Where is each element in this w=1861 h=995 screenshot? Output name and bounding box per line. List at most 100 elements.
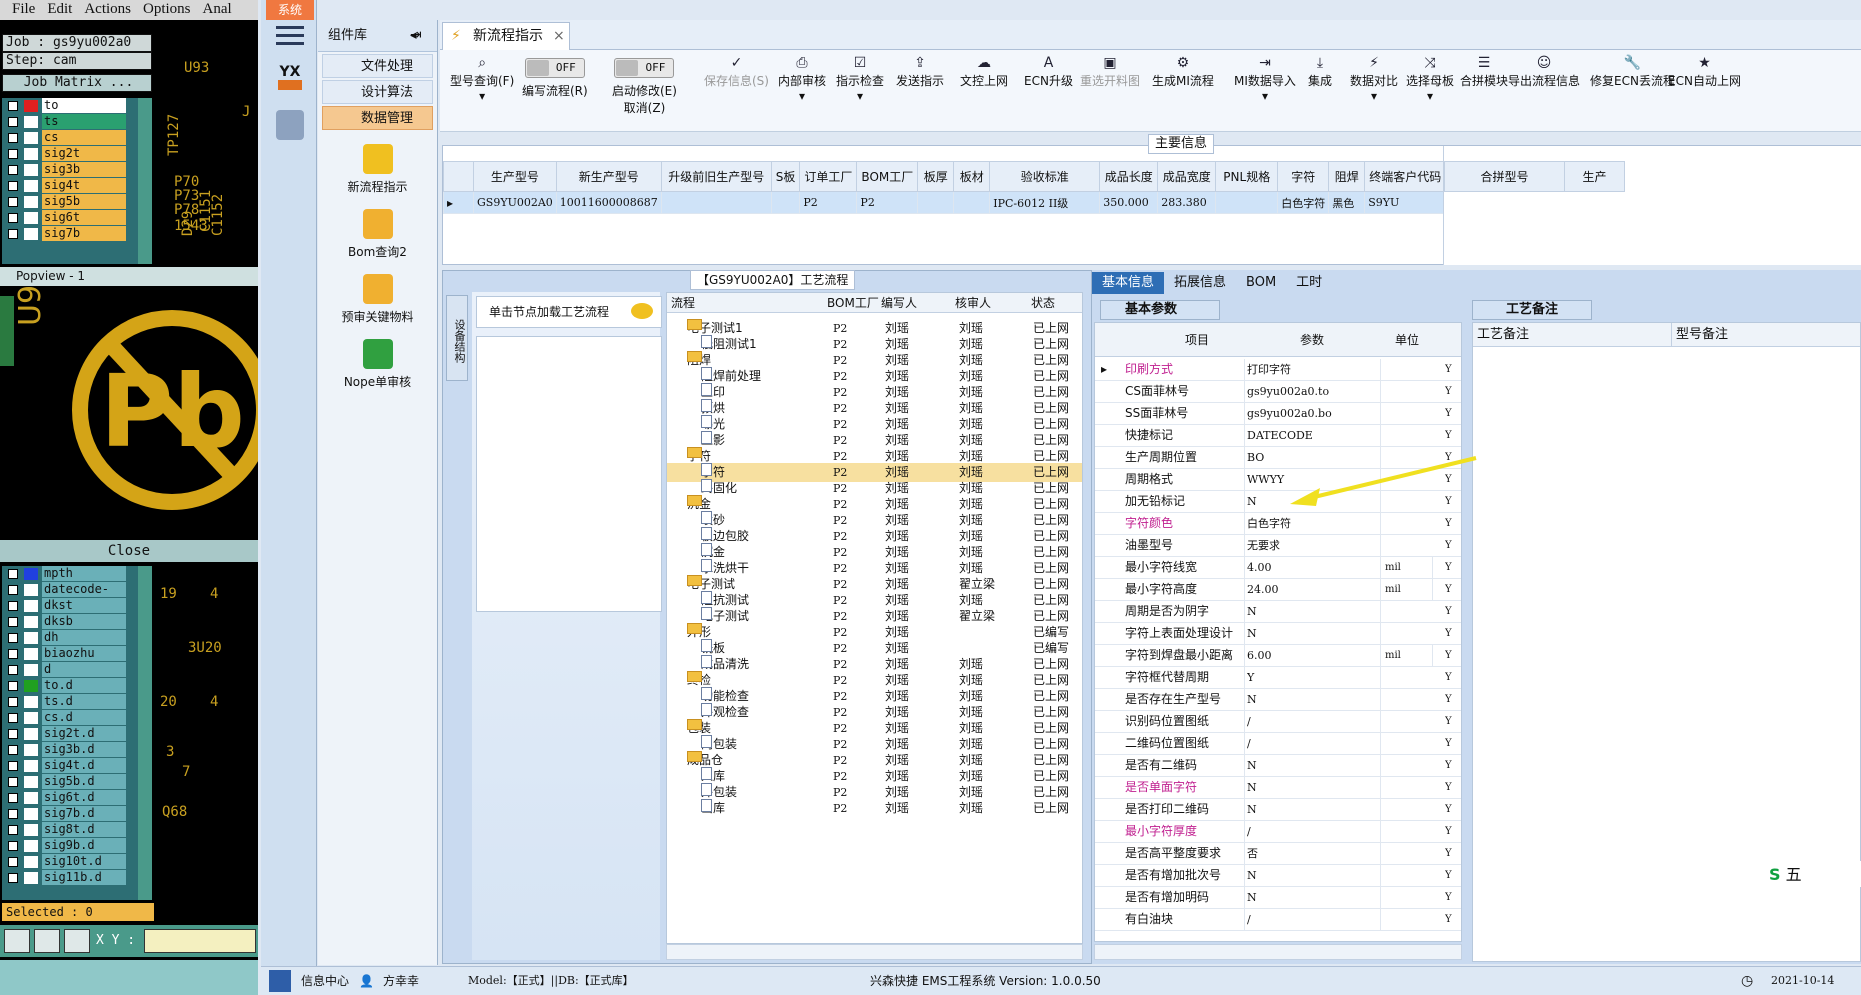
close-icon[interactable]: × [553, 23, 565, 49]
layer-row[interactable]: dksb [2, 614, 152, 630]
dropdown-arrow-icon[interactable]: ▾ [1350, 89, 1398, 103]
param-value[interactable]: gs9yu002a0.to [1247, 381, 1381, 402]
param-row[interactable]: 周期是否为阴字 N Y [1095, 601, 1461, 623]
column-header[interactable]: S板 [770, 161, 801, 192]
layer-name[interactable]: sig4t [42, 178, 126, 193]
node-hint[interactable]: 单击节点加载工艺流程 [476, 296, 662, 328]
param-value[interactable]: 4.00 [1247, 557, 1381, 578]
param-row[interactable]: 字符颜色 白色字符 Y [1095, 513, 1461, 535]
column-header[interactable]: 成品长度 [1099, 161, 1159, 192]
layer-name[interactable]: to [42, 98, 126, 113]
layer-name[interactable]: sig5b [42, 194, 126, 209]
grid-icon[interactable] [64, 929, 90, 953]
toolbar-button-18[interactable]: ★ ECN自动上网 [1668, 50, 1741, 130]
layer-checkbox[interactable] [8, 633, 18, 643]
ime-indicator[interactable]: S 五 [1769, 861, 1861, 887]
layer-name[interactable]: dkst [42, 598, 126, 613]
layer-row[interactable]: sig2t.d [2, 726, 152, 742]
layer-checkbox[interactable] [8, 197, 18, 207]
layer-row[interactable]: sig7b [2, 226, 152, 242]
param-value[interactable]: / [1247, 821, 1381, 842]
layer-row[interactable]: cs.d [2, 710, 152, 726]
toolbar-button-7[interactable]: ☁ 文控上网 [960, 50, 1008, 130]
param-value[interactable]: / [1247, 909, 1381, 930]
layer-row[interactable]: sig4t [2, 178, 152, 194]
table-cell[interactable] [770, 191, 801, 214]
param-value[interactable]: / [1247, 733, 1381, 754]
param-value[interactable]: N [1247, 689, 1381, 710]
layer-checkbox[interactable] [8, 181, 18, 191]
info-tab[interactable]: 拓展信息 [1164, 272, 1236, 294]
column-header[interactable]: 订单工厂 [799, 161, 858, 192]
layer-checkbox[interactable] [8, 229, 18, 239]
column-header[interactable]: 生产 [1564, 161, 1625, 192]
table-cell[interactable] [1215, 191, 1279, 214]
comp-shortcut[interactable]: Nope单审核 [318, 339, 437, 390]
toolbar-button-2[interactable]: OFF 启动修改(E) 取消(Z) [612, 50, 677, 130]
param-row[interactable]: 最小字符线宽 4.00 mil Y [1095, 557, 1461, 579]
table-cell[interactable]: 283.380 [1157, 191, 1217, 214]
layer-name[interactable]: biaozhu [42, 646, 126, 661]
toolbar-button-17[interactable]: 🔧 修复ECN丢流程 [1590, 50, 1675, 130]
layer-row[interactable]: sig2t [2, 146, 152, 162]
layer-name[interactable]: datecode-pbe [42, 582, 126, 611]
layer-row[interactable]: sig9b.d [2, 838, 152, 854]
dropdown-arrow-icon[interactable]: ▾ [450, 89, 514, 103]
menu-item-edit[interactable]: Edit [47, 1, 72, 18]
column-header[interactable]: BOM工厂 [856, 161, 919, 192]
column-header[interactable]: 成品宽度 [1157, 161, 1217, 192]
tree-column-header[interactable]: 核审人 [955, 293, 991, 313]
layer-name[interactable]: cs.d [42, 710, 126, 725]
side-tab-equipment[interactable]: 设备结构 [446, 295, 468, 381]
param-value[interactable]: 无要求 [1247, 535, 1381, 556]
layer-name[interactable]: ts.d [42, 694, 126, 709]
layer-name[interactable]: d [42, 662, 126, 677]
column-header[interactable]: 合拼型号 [1444, 161, 1565, 192]
comp-shortcut[interactable]: Bom查询2 [318, 209, 437, 260]
param-value[interactable]: 打印字符 [1247, 359, 1381, 380]
layer-row[interactable]: biaozhu [2, 646, 152, 662]
layer-checkbox[interactable] [8, 841, 18, 851]
menu-item-options[interactable]: Options [143, 1, 191, 18]
column-header[interactable]: 新生产型号 [555, 161, 662, 192]
toggle-switch[interactable]: OFF [614, 58, 675, 78]
table-cell[interactable] [917, 191, 955, 214]
layer-checkbox[interactable] [8, 101, 18, 111]
param-value[interactable]: N [1247, 755, 1381, 776]
param-row[interactable]: 最小字符厚度 / Y [1095, 821, 1461, 843]
param-value[interactable]: 6.00 [1247, 645, 1381, 666]
system-button[interactable]: 系统 [266, 0, 314, 20]
toolbar-button-4[interactable]: ⎙ 内部审核 ▾ [778, 50, 826, 130]
table-cell[interactable]: P2 [799, 191, 858, 214]
layer-checkbox[interactable] [8, 213, 18, 223]
layer-name[interactable]: dksb [42, 614, 126, 629]
param-row[interactable]: 字符到焊盘最小距离 6.00 mil Y [1095, 645, 1461, 667]
grid-icon[interactable] [269, 970, 291, 992]
table-row[interactable]: ▸ GS9YU002A0 10011600008687 P2 P2 IPC-6012 II… [443, 191, 1615, 214]
toolbar-button-5[interactable]: ☑ 指示检查 ▾ [836, 50, 884, 130]
tool-icon-2[interactable] [34, 929, 60, 953]
toolbar-button-14[interactable]: ⤨ 选择母板 ▾ [1406, 50, 1454, 130]
toolbar-button-15[interactable]: ☰ 合拼模块 [1460, 50, 1508, 130]
param-row[interactable]: 字符框代替周期 Y Y [1095, 667, 1461, 689]
layer-name[interactable]: sig2t [42, 146, 126, 161]
layer-checkbox[interactable] [8, 713, 18, 723]
layer-checkbox[interactable] [8, 617, 18, 627]
param-row[interactable]: 是否打印二维码 N Y [1095, 799, 1461, 821]
tree-row[interactable]: 出库 P2 刘瑶 刘瑶 已上网 [667, 799, 1082, 818]
layer-row[interactable]: d [2, 662, 152, 678]
column-header[interactable]: 终端客户代码 [1364, 161, 1447, 192]
layer-checkbox[interactable] [8, 165, 18, 175]
layer-name[interactable]: sig9b.d [42, 838, 126, 853]
comp-shortcut[interactable]: 新流程指示 [318, 144, 437, 195]
toolbar-button-6[interactable]: ⇪ 发送指示 [896, 50, 944, 130]
param-value[interactable]: / [1247, 711, 1381, 732]
dropdown-arrow-icon[interactable]: ▾ [836, 89, 884, 103]
layer-row[interactable]: datecode-pbe [2, 582, 152, 611]
xy-input[interactable] [144, 929, 256, 953]
popview-close-button[interactable]: Close [0, 540, 258, 562]
table-cell[interactable]: 黑色 [1328, 191, 1366, 214]
param-row[interactable]: 最小字符高度 24.00 mil Y [1095, 579, 1461, 601]
layer-name[interactable]: cs [42, 130, 126, 145]
param-row[interactable]: 识别码位置图纸 / Y [1095, 711, 1461, 733]
